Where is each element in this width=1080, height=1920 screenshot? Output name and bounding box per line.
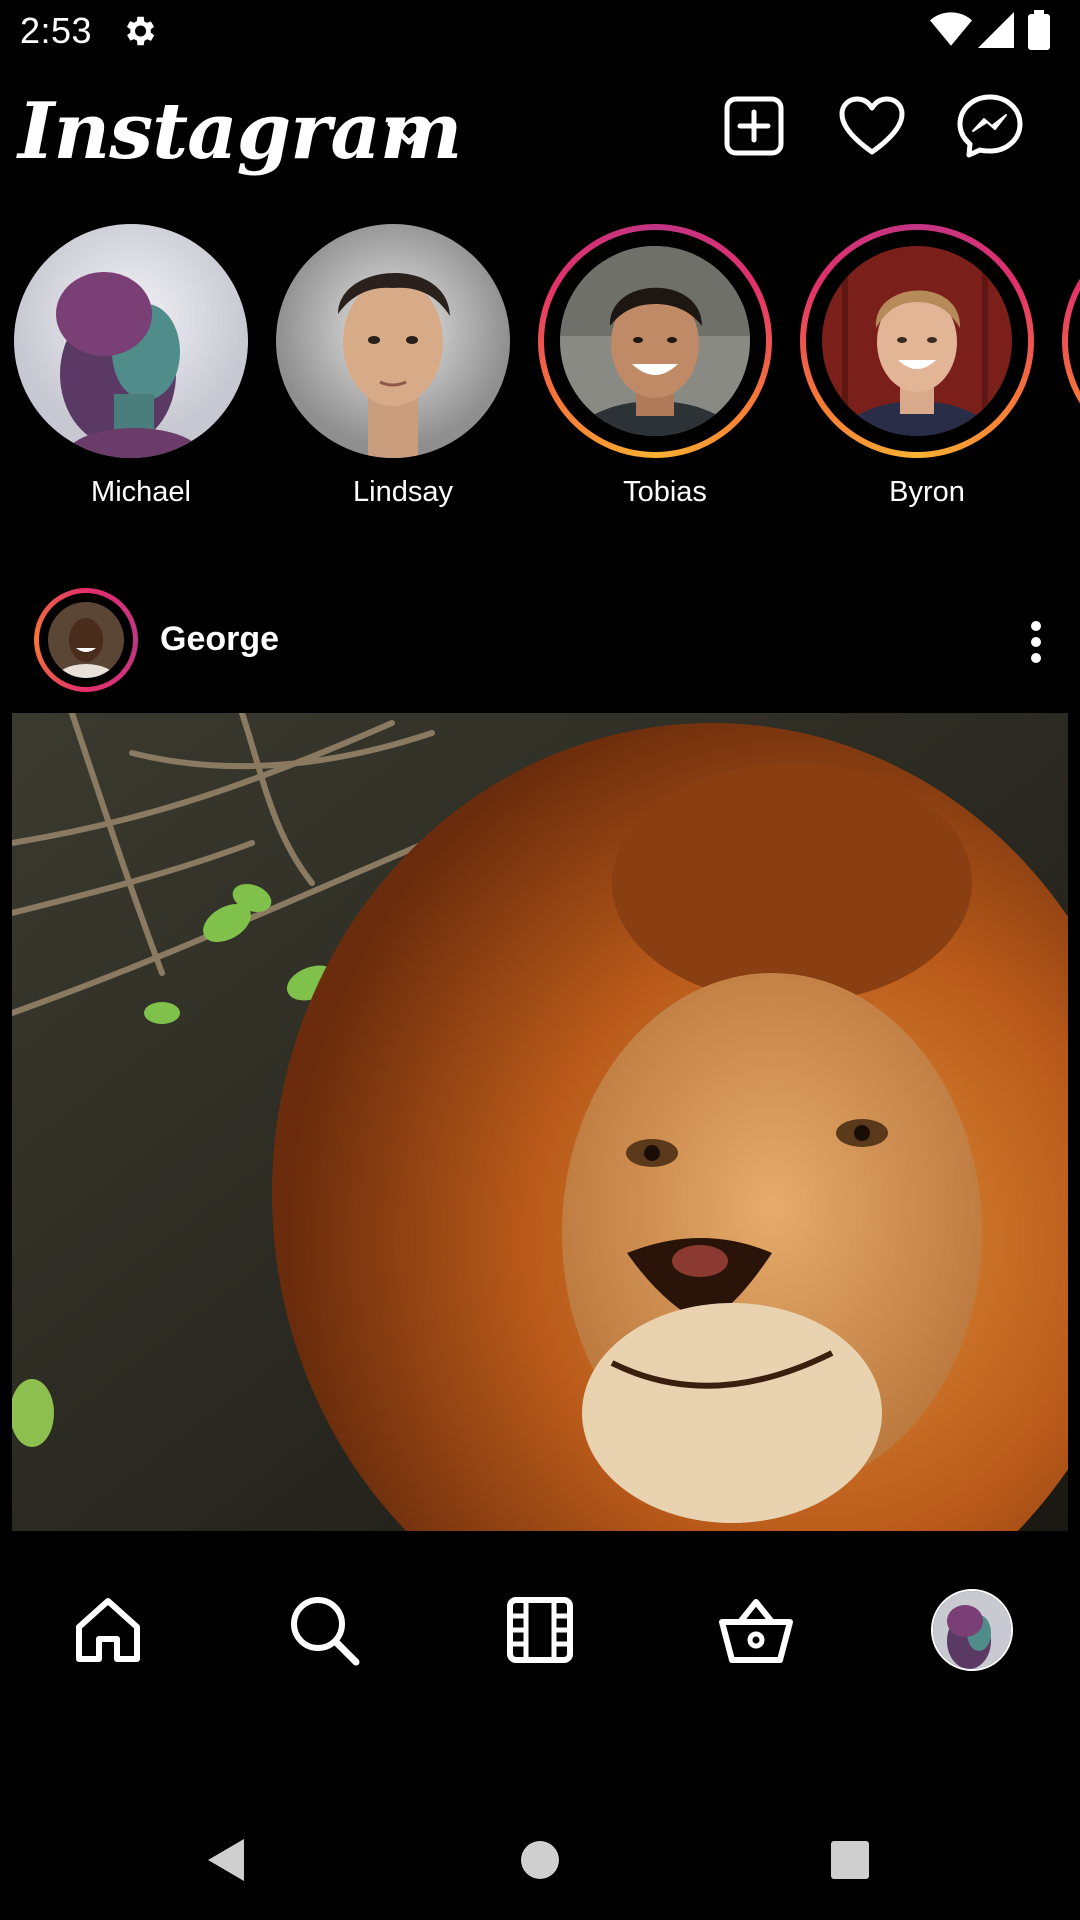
heart-icon (839, 96, 905, 155)
shop-icon (719, 1599, 793, 1663)
bottom-nav (0, 1570, 1080, 1690)
post-image[interactable] (12, 713, 1068, 1531)
battery-icon (1028, 10, 1050, 50)
signal-icon (978, 12, 1014, 48)
status-icons (930, 10, 1060, 50)
nav-search-button[interactable] (276, 1582, 372, 1678)
story-ring (1062, 224, 1080, 458)
recents-square-icon (831, 1841, 869, 1879)
new-post-icon (724, 96, 784, 156)
story-ring (276, 224, 510, 458)
story-item[interactable]: Lindsay (272, 222, 512, 522)
story-item[interactable] (1058, 222, 1080, 522)
reels-icon (507, 1597, 573, 1663)
story-name: Tobias (623, 476, 707, 508)
activity-button[interactable] (836, 90, 908, 162)
status-time: 2:53 (20, 10, 93, 51)
story-ring (800, 224, 1034, 458)
system-recents-button[interactable] (820, 1830, 880, 1890)
search-icon (291, 1597, 360, 1666)
wifi-icon (930, 12, 972, 46)
story-avatar (14, 224, 248, 458)
messenger-icon (957, 94, 1023, 158)
status-bar: 2:53 (0, 0, 1080, 62)
stories-tray: Michael Lindsay Tobias Byron (0, 222, 1080, 522)
app-header: Instagram (0, 62, 1080, 212)
story-ring (538, 224, 772, 458)
avatar (48, 602, 124, 678)
home-circle-icon (521, 1841, 559, 1879)
nav-reels-button[interactable] (492, 1582, 588, 1678)
post-header: George (0, 580, 1080, 700)
profile-avatar (931, 1589, 1013, 1671)
back-triangle-icon (208, 1839, 244, 1881)
story-avatar (276, 224, 510, 458)
more-options-icon[interactable] (1016, 618, 1056, 666)
story-ring (14, 224, 248, 458)
story-name: Byron (889, 476, 965, 508)
nav-profile-button[interactable] (924, 1582, 1020, 1678)
story-item[interactable]: Tobias (534, 222, 774, 522)
post-username[interactable]: George (160, 620, 279, 659)
story-item[interactable]: Byron (796, 222, 1036, 522)
story-name: Lindsay (353, 476, 453, 508)
lion-photo (12, 713, 1068, 1531)
story-avatar (560, 246, 750, 436)
nav-home-button[interactable] (60, 1582, 156, 1678)
system-back-button[interactable] (196, 1830, 256, 1890)
story-item[interactable]: Michael (10, 222, 250, 522)
home-icon (76, 1598, 140, 1662)
new-post-button[interactable] (718, 90, 790, 162)
chevron-down-icon[interactable] (386, 118, 432, 148)
system-nav (0, 1800, 1080, 1920)
gear-icon (126, 16, 155, 46)
system-home-button[interactable] (510, 1830, 570, 1890)
post-avatar[interactable] (34, 588, 138, 692)
nav-shop-button[interactable] (708, 1582, 804, 1678)
story-name: Michael (91, 476, 191, 508)
story-avatar (822, 246, 1012, 436)
messenger-button[interactable] (954, 90, 1026, 162)
